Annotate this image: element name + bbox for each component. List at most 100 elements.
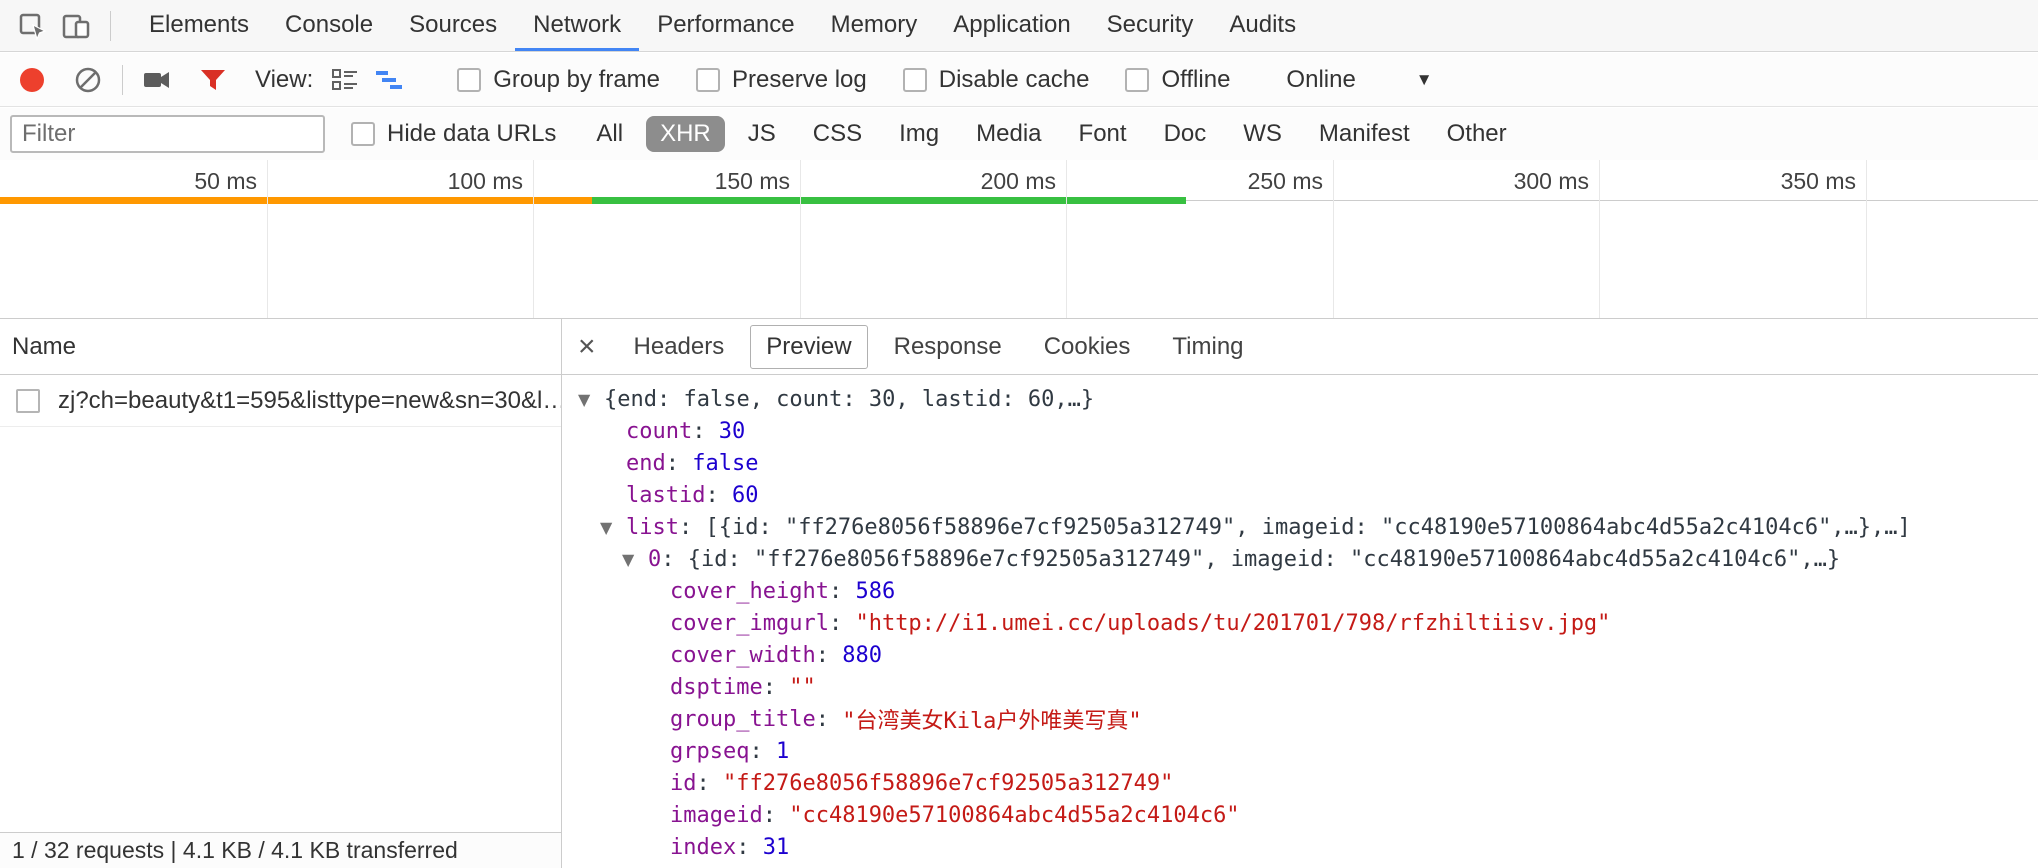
main-tab-audits[interactable]: Audits bbox=[1211, 0, 1314, 51]
token-key: id bbox=[670, 771, 697, 796]
indent-spacer bbox=[562, 495, 600, 496]
timeline-tick-label: 350 ms bbox=[1696, 168, 1856, 195]
inspect-element-button[interactable] bbox=[10, 4, 54, 48]
token-plain: : bbox=[816, 707, 843, 732]
token-key: end bbox=[626, 451, 666, 476]
timeline-tick-label: 50 ms bbox=[97, 168, 257, 195]
indent-spacer bbox=[562, 399, 578, 400]
token-plain: : bbox=[736, 835, 763, 860]
token-key: list bbox=[626, 515, 679, 540]
main-tab-network[interactable]: Network bbox=[515, 0, 639, 51]
checkbox-box[interactable] bbox=[1125, 68, 1149, 92]
request-rows: zj?ch=beauty&t1=595&listtype=new&sn=30&l… bbox=[0, 375, 561, 427]
checkbox-label: Offline bbox=[1161, 66, 1230, 94]
checkbox-box[interactable] bbox=[903, 68, 927, 92]
disclosure-triangle-icon[interactable]: ▼ bbox=[578, 390, 604, 409]
preview-line: ▼list: [{id: "ff276e8056f58896e7cf92505a… bbox=[562, 511, 2038, 543]
filter-input[interactable] bbox=[10, 115, 325, 153]
show-overview-toggle-button[interactable] bbox=[367, 58, 411, 102]
main-tab-memory[interactable]: Memory bbox=[813, 0, 936, 51]
preview-line: end: false bbox=[562, 447, 2038, 479]
name-column-label: Name bbox=[12, 333, 76, 361]
large-rows-toggle-button[interactable] bbox=[323, 58, 367, 102]
checkbox-box[interactable] bbox=[457, 68, 481, 92]
checkbox-disable-cache[interactable]: Disable cache bbox=[903, 66, 1090, 94]
indent-spacer bbox=[562, 815, 644, 816]
camera-icon bbox=[141, 64, 173, 96]
checkbox-offline[interactable]: Offline bbox=[1125, 66, 1230, 94]
token-number: 1 bbox=[776, 739, 789, 764]
checkbox-box[interactable] bbox=[696, 68, 720, 92]
toolbar-separator bbox=[122, 65, 123, 95]
timeline-overview[interactable]: 50 ms100 ms150 ms200 ms250 ms300 ms350 m… bbox=[0, 160, 2038, 318]
filter-type-font[interactable]: Font bbox=[1065, 116, 1141, 152]
token-plain: : bbox=[692, 419, 719, 444]
token-plain: : bbox=[705, 483, 732, 508]
token-number: 60 bbox=[732, 483, 759, 508]
token-key: cover_height bbox=[670, 579, 829, 604]
timeline-gridline bbox=[1066, 160, 1067, 318]
device-toolbar-button[interactable] bbox=[54, 4, 98, 48]
main-tab-security[interactable]: Security bbox=[1089, 0, 1212, 51]
indent-spacer bbox=[562, 431, 600, 432]
checkbox-group-by-frame[interactable]: Group by frame bbox=[457, 66, 660, 94]
screenshot-capture-button[interactable] bbox=[135, 58, 179, 102]
indent-spacer bbox=[562, 719, 644, 720]
detail-tab-timing[interactable]: Timing bbox=[1156, 325, 1259, 369]
token-plain: : bbox=[697, 771, 724, 796]
preview-line: cover_height: 586 bbox=[562, 575, 2038, 607]
main-tab-sources[interactable]: Sources bbox=[391, 0, 515, 51]
token-plain: : bbox=[829, 579, 856, 604]
filter-type-ws[interactable]: WS bbox=[1229, 116, 1296, 152]
checkbox-box[interactable] bbox=[351, 122, 375, 146]
preview-line: index: 31 bbox=[562, 831, 2038, 863]
filter-toolbar: Hide data URLs AllXHRJSCSSImgMedia FontDo… bbox=[0, 108, 2038, 160]
filter-type-other[interactable]: Other bbox=[1433, 116, 1521, 152]
main-tab-application[interactable]: Application bbox=[935, 0, 1088, 51]
main-tab-elements[interactable]: Elements bbox=[131, 0, 267, 51]
filter-type-manifest[interactable]: Manifest bbox=[1305, 116, 1424, 152]
clear-button[interactable] bbox=[66, 58, 110, 102]
token-string: "" bbox=[789, 675, 816, 700]
detail-tab-cookies[interactable]: Cookies bbox=[1028, 325, 1147, 369]
preview-line: id: "ff276e8056f58896e7cf92505a312749" bbox=[562, 767, 2038, 799]
name-column-header[interactable]: Name bbox=[0, 319, 561, 375]
token-key: count bbox=[626, 419, 692, 444]
filter-type-js[interactable]: JS bbox=[734, 116, 790, 152]
checkbox-preserve-log[interactable]: Preserve log bbox=[696, 66, 867, 94]
close-detail-button[interactable]: × bbox=[578, 332, 596, 362]
main-tab-list: ElementsConsoleSourcesNetworkPerformance… bbox=[131, 0, 1314, 51]
filter-type-css[interactable]: CSS bbox=[799, 116, 876, 152]
throttling-dropdown[interactable]: Online bbox=[1286, 66, 1355, 94]
disclosure-triangle-icon[interactable]: ▼ bbox=[600, 518, 626, 537]
token-key: cover_imgurl bbox=[670, 611, 829, 636]
preview-line: dsptime: "" bbox=[562, 671, 2038, 703]
dropdown-caret-icon[interactable]: ▼ bbox=[1416, 70, 1433, 90]
preview-line: lastid: 60 bbox=[562, 479, 2038, 511]
preview-line: ▼0: {id: "ff276e8056f58896e7cf92505a3127… bbox=[562, 543, 2038, 575]
main-tab-console[interactable]: Console bbox=[267, 0, 391, 51]
token-string: "cc48190e57100864abc4d55a2c4104c6" bbox=[789, 803, 1239, 828]
checkbox-label: Group by frame bbox=[493, 66, 660, 94]
filter-type-xhr[interactable]: XHR bbox=[646, 116, 725, 152]
checkbox-hide-data-urls[interactable]: Hide data URLs bbox=[351, 120, 556, 148]
preview-tree: ▼{end: false, count: 30, lastid: 60,…}co… bbox=[562, 375, 2038, 863]
filter-type-doc[interactable]: Doc bbox=[1150, 116, 1221, 152]
indent-spacer bbox=[562, 783, 644, 784]
detail-tab-headers[interactable]: Headers bbox=[618, 325, 741, 369]
detail-tab-response[interactable]: Response bbox=[878, 325, 1018, 369]
token-plain: : bbox=[666, 451, 693, 476]
disclosure-triangle-icon[interactable]: ▼ bbox=[622, 550, 648, 569]
clear-icon bbox=[72, 64, 104, 96]
filter-type-media[interactable]: Media bbox=[962, 116, 1055, 152]
preview-line: imageid: "cc48190e57100864abc4d55a2c4104… bbox=[562, 799, 2038, 831]
filter-type-all[interactable]: All bbox=[582, 116, 637, 152]
preview-line: grpseq: 1 bbox=[562, 735, 2038, 767]
filter-funnel-button[interactable] bbox=[191, 58, 235, 102]
filter-type-img[interactable]: Img bbox=[885, 116, 953, 152]
request-row[interactable]: zj?ch=beauty&t1=595&listtype=new&sn=30&l… bbox=[0, 375, 561, 427]
record-button[interactable] bbox=[10, 58, 54, 102]
token-number: 586 bbox=[855, 579, 895, 604]
main-tab-performance[interactable]: Performance bbox=[639, 0, 812, 51]
detail-tab-preview[interactable]: Preview bbox=[750, 325, 867, 369]
